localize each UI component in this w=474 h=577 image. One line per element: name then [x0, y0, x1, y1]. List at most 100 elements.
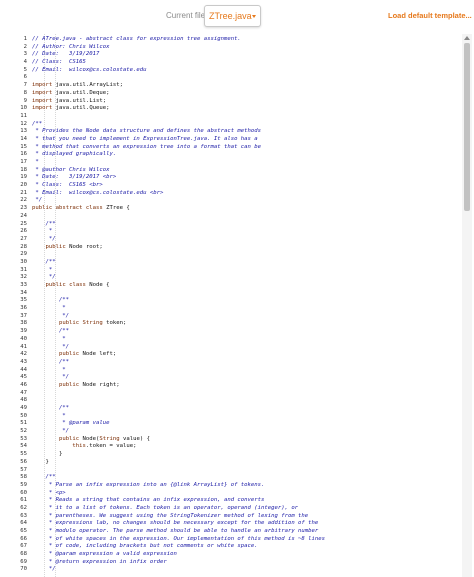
code-line[interactable]: 50 * — [10, 413, 462, 421]
code-line[interactable]: 42 public Node left; — [10, 351, 462, 359]
code-line[interactable]: 14 * that you need to implement in Expre… — [10, 136, 462, 144]
code-line[interactable]: 35 /** — [10, 297, 462, 305]
code-line[interactable]: 4 // Class: CS165 — [10, 59, 462, 67]
code-line[interactable]: 17 * — [10, 159, 462, 167]
line-number: 43 — [20, 358, 27, 365]
code-line[interactable]: 51 * @param value — [10, 420, 462, 428]
code-line[interactable]: 21 * Email: wilcox@cs.colostate.edu <br> — [10, 190, 462, 198]
code-line[interactable]: 27 */ — [10, 236, 462, 244]
code-line[interactable]: 67 * of code, including brackets but not… — [10, 543, 462, 551]
code-line[interactable]: 54 this.token = value; — [10, 443, 462, 451]
code-line[interactable]: 3 // Date: 3/19/2017 — [10, 51, 462, 59]
code-line[interactable]: 60 * <p> — [10, 490, 462, 498]
code-line[interactable]: 57 — [10, 467, 462, 475]
code-line[interactable]: 46 public Node right; — [10, 382, 462, 390]
code-text: * modulo operator. The parse method shou… — [32, 528, 319, 534]
type-token: String — [82, 320, 103, 327]
code-line[interactable]: 1 // ATree.java - abstract class for expr… — [10, 36, 462, 44]
code-line[interactable]: 47 — [10, 390, 462, 398]
code-text: * method that converts an expression tre… — [32, 143, 262, 150]
scroll-up-arrow-icon[interactable] — [464, 36, 470, 40]
code-line[interactable]: 22 */ — [10, 197, 462, 205]
code-line[interactable]: 59 * Parse an infix expression into an {… — [10, 482, 462, 490]
code-line[interactable]: 33 public class Node { — [10, 282, 462, 290]
file-select-dropdown[interactable]: ZTree.java — [204, 5, 261, 27]
keyword-token: import — [32, 97, 53, 104]
code-line[interactable]: 37 */ — [10, 313, 462, 321]
code-line[interactable]: 49 /** — [10, 405, 462, 413]
code-line[interactable]: 53 public Node(String value) { — [10, 436, 462, 444]
code-line[interactable]: 2 // Author: Chris Wilcox — [10, 44, 462, 52]
code-line[interactable]: 58 /** — [10, 474, 462, 482]
code-line[interactable]: 18 * @author Chris Wilcox — [10, 167, 462, 175]
code-line[interactable]: 34 — [10, 290, 462, 298]
code-line[interactable]: 20 * Class: CS165 <br> — [10, 182, 462, 190]
code-line[interactable]: 15 * method that converts an expression … — [10, 144, 462, 152]
code-line[interactable]: 52 */ — [10, 428, 462, 436]
code-line[interactable]: 40 * — [10, 336, 462, 344]
code-line[interactable]: 41 */ — [10, 344, 462, 352]
code-line[interactable]: 25 /** — [10, 221, 462, 229]
code-line[interactable]: 66 * of white spaces in the expression. … — [10, 536, 462, 544]
code-line[interactable]: 38 public String token; — [10, 320, 462, 328]
code-line[interactable]: 48 — [10, 397, 462, 405]
code-line[interactable]: 55 } — [10, 451, 462, 459]
code-line[interactable]: 44 * — [10, 367, 462, 375]
code-text: */ — [32, 235, 56, 242]
code-line[interactable]: 68 * @param expression a valid expressio… — [10, 551, 462, 559]
code-line[interactable]: 36 * — [10, 305, 462, 313]
code-line[interactable]: 12 /** — [10, 121, 462, 129]
code-text: * displayed graphically. — [32, 151, 117, 158]
code-line[interactable]: 62 * it to a list of tokens. Each token … — [10, 505, 462, 513]
code-line[interactable]: 23 public abstract class ZTree { — [10, 205, 462, 213]
code-line[interactable]: 69 * @return expression in infix order — [10, 559, 462, 567]
code-lines[interactable]: 1 // ATree.java - abstract class for expr… — [10, 36, 462, 574]
code-line[interactable]: 45 */ — [10, 374, 462, 382]
code-text: * — [32, 412, 66, 419]
code-line[interactable]: 30 /** — [10, 259, 462, 267]
line-number: 17 — [20, 159, 27, 165]
code-text: * parentheses. We suggest using the Stri… — [32, 512, 309, 519]
line-number: 56 — [20, 458, 27, 465]
code-text: import java.util.List; — [32, 97, 107, 104]
code-line[interactable]: 39 /** — [10, 328, 462, 336]
line-number: 12 — [20, 120, 27, 127]
code-line[interactable]: 16 * displayed graphically. — [10, 151, 462, 159]
code-text: import java.util.Queue; — [32, 105, 110, 112]
code-line[interactable]: 43 /** — [10, 359, 462, 367]
code-line[interactable]: 29 — [10, 251, 462, 259]
code-text: // Email: wilcox@cs.colostate.edu — [32, 66, 147, 73]
load-default-template-button[interactable]: Load default template... — [388, 11, 472, 20]
code-line[interactable]: 7 import java.util.ArrayList; — [10, 82, 462, 90]
code-line[interactable]: 19 * Date: 3/19/2017 <br> — [10, 174, 462, 182]
code-line[interactable]: 32 */ — [10, 274, 462, 282]
code-line[interactable]: 6 — [10, 74, 462, 82]
line-number: 6 — [23, 74, 27, 81]
code-line[interactable]: 24 — [10, 213, 462, 221]
code-line[interactable]: 61 * Reads a string that contains an inf… — [10, 497, 462, 505]
code-line[interactable]: 28 public Node root; — [10, 244, 462, 252]
scrollbar-thumb[interactable] — [464, 43, 470, 211]
code-line[interactable]: 13 * Provides the Node data structure an… — [10, 128, 462, 136]
code-line[interactable]: 8 import java.util.Deque; — [10, 90, 462, 98]
code-line[interactable]: 64 * expressions lab, no changes should … — [10, 520, 462, 528]
code-line[interactable]: 63 * parentheses. We suggest using the S… — [10, 513, 462, 521]
code-line[interactable]: 65 * modulo operator. The parse method s… — [10, 528, 462, 536]
code-line[interactable]: 70 */ — [10, 566, 462, 574]
code-text: * Parse an infix expression into an {@li… — [32, 481, 265, 488]
code-line[interactable]: 31 * — [10, 267, 462, 275]
line-number: 29 — [20, 251, 27, 258]
code-line[interactable]: 26 * — [10, 228, 462, 236]
line-number: 30 — [20, 258, 27, 265]
code-line[interactable]: 10 import java.util.Queue; — [10, 105, 462, 113]
code-line[interactable]: 11 — [10, 113, 462, 121]
code-text: */ — [32, 197, 43, 204]
vertical-scrollbar[interactable] — [462, 34, 472, 577]
code-text: // ATree.java - abstract class for expre… — [32, 36, 241, 42]
code-line[interactable]: 5 // Email: wilcox@cs.colostate.edu — [10, 67, 462, 75]
code-editor[interactable]: 1 // ATree.java - abstract class for expr… — [10, 34, 472, 577]
code-line[interactable]: 9 import java.util.List; — [10, 98, 462, 106]
code-text: public Node right; — [58, 381, 120, 388]
code-line[interactable]: 56 } — [10, 459, 462, 467]
keyword-token: public — [58, 435, 80, 442]
